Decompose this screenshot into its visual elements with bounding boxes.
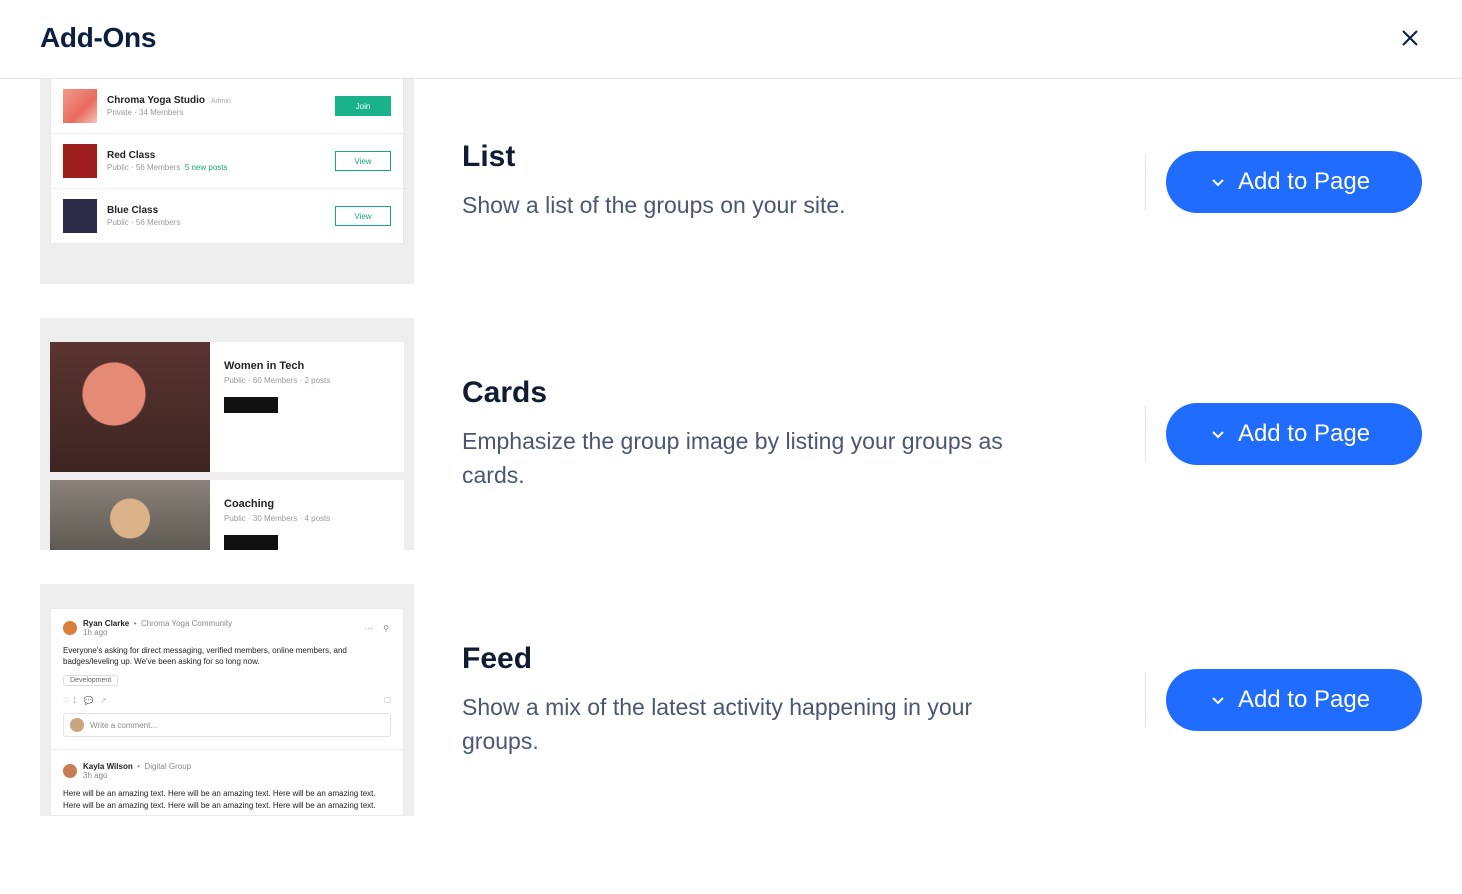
close-icon [1400, 28, 1420, 48]
addon-item-feed: Ryan Clarke • Chroma Yoga Community1h ag… [40, 584, 1422, 816]
divider [1145, 672, 1146, 728]
add-to-page-label: Add to Page [1238, 420, 1370, 448]
chevron-down-icon [1210, 426, 1226, 442]
chevron-down-icon [1210, 174, 1226, 190]
add-to-page-label: Add to Page [1238, 168, 1370, 196]
addon-item-list: Chroma Yoga StudioAdmin Private · 34 Mem… [40, 79, 1422, 284]
add-to-page-button[interactable]: Add to Page [1166, 669, 1422, 731]
addons-list: Chroma Yoga StudioAdmin Private · 34 Mem… [0, 79, 1462, 856]
addon-description: Show a list of the groups on your site. [462, 188, 1022, 223]
addon-description: Emphasize the group image by listing you… [462, 424, 1022, 493]
divider [1145, 406, 1146, 462]
addon-preview-list: Chroma Yoga StudioAdmin Private · 34 Mem… [40, 79, 414, 284]
addon-preview-cards: Women in Tech Public · 60 Members · 2 po… [40, 318, 414, 550]
addon-preview-feed: Ryan Clarke • Chroma Yoga Community1h ag… [40, 584, 414, 816]
page-title: Add-Ons [40, 22, 156, 54]
addon-title: List [462, 140, 1077, 174]
addon-description: Show a mix of the latest activity happen… [462, 690, 1022, 759]
addon-item-cards: Women in Tech Public · 60 Members · 2 po… [40, 318, 1422, 550]
close-button[interactable] [1398, 26, 1422, 50]
modal-header: Add-Ons [0, 0, 1462, 79]
chevron-down-icon [1210, 692, 1226, 708]
add-to-page-button[interactable]: Add to Page [1166, 403, 1422, 465]
add-to-page-label: Add to Page [1238, 686, 1370, 714]
addon-title: Cards [462, 376, 1077, 410]
add-to-page-button[interactable]: Add to Page [1166, 151, 1422, 213]
divider [1145, 154, 1146, 210]
addon-title: Feed [462, 642, 1077, 676]
